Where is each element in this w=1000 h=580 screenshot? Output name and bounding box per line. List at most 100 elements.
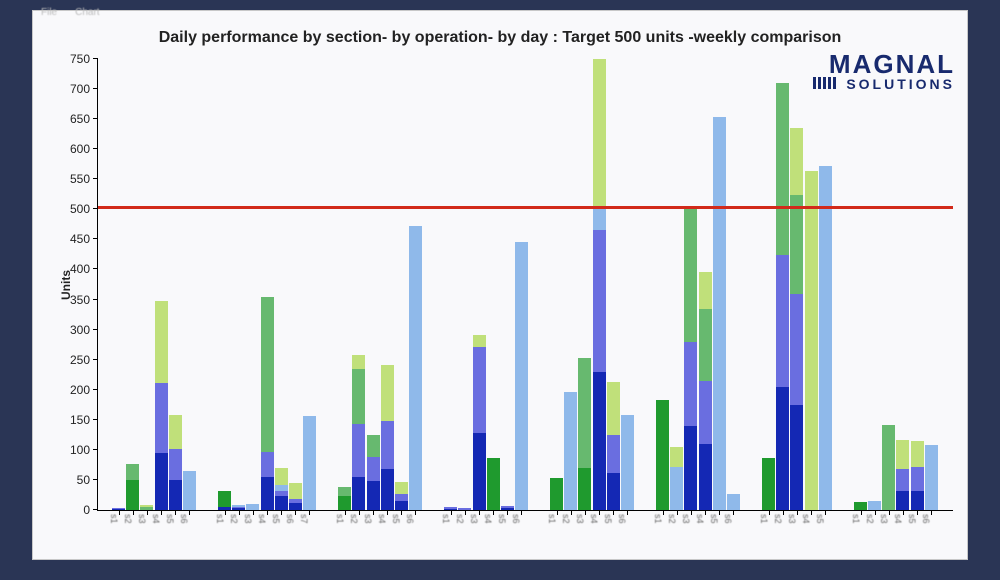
bar [501, 465, 514, 510]
y-tick [93, 509, 98, 510]
menu-file[interactable]: File [41, 7, 57, 18]
bar-segment-med_blue [607, 435, 620, 473]
x-tick-label: s5 [907, 514, 917, 524]
bar-segment-med_blue [352, 424, 365, 477]
bar [868, 446, 881, 510]
bar [381, 254, 394, 510]
x-tick [521, 510, 522, 515]
bar [169, 303, 182, 510]
bar-segment-med_blue [444, 507, 457, 509]
y-tick-label: 500 [70, 202, 90, 216]
bar [140, 462, 153, 510]
bar-segment-med_green [882, 425, 895, 510]
bar-segment-dark_blue [367, 481, 380, 510]
x-tick [705, 510, 706, 515]
y-tick-label: 700 [70, 82, 90, 96]
bar-segment-light_blue [713, 117, 726, 510]
y-tick-label: 400 [70, 262, 90, 276]
bar [275, 372, 288, 510]
x-tick-label: s1 [653, 514, 663, 524]
x-tick-label: s6 [405, 514, 415, 524]
x-tick-label: s2 [667, 514, 677, 524]
bar [338, 408, 351, 510]
bar [444, 471, 457, 510]
bar [621, 303, 634, 510]
x-tick-label: s4 [257, 514, 267, 524]
x-tick [253, 510, 254, 515]
y-tick [93, 299, 98, 300]
x-tick-label: s2 [123, 514, 133, 524]
y-tick-label: 300 [70, 323, 90, 337]
bar [819, 116, 832, 510]
bar-segment-med_green [684, 207, 697, 343]
bar [289, 401, 302, 510]
x-tick-label: s2 [773, 514, 783, 524]
menu-chart[interactable]: Chart [75, 7, 99, 18]
bar [607, 269, 620, 510]
x-tick [719, 510, 720, 515]
bar [854, 452, 867, 510]
x-tick-label: s4 [483, 514, 493, 524]
bar [911, 334, 924, 510]
bar-segment-med_green [126, 464, 139, 480]
x-tick [387, 510, 388, 515]
x-tick-label: s4 [801, 514, 811, 524]
chart-title: Daily performance by section- by operati… [33, 29, 967, 47]
y-tick [93, 178, 98, 179]
x-tick-label: s4 [589, 514, 599, 524]
x-tick [479, 510, 480, 515]
bar [261, 200, 274, 510]
bar-segment-med_blue [155, 383, 168, 453]
bar-segment-med_blue [911, 467, 924, 492]
bar-segment-dark_blue [395, 501, 408, 510]
y-tick [93, 238, 98, 239]
y-tick-label: 250 [70, 353, 90, 367]
bar-segment-light_green [169, 415, 182, 450]
x-tick-label: s3 [681, 514, 691, 524]
x-tick-label: s2 [229, 514, 239, 524]
x-tick [811, 510, 812, 515]
bar-segment-med_blue [289, 499, 302, 503]
bar-segment-med_blue [684, 342, 697, 426]
bar-segment-med_blue [896, 469, 909, 491]
x-tick-label: s4 [695, 514, 705, 524]
bar-segment-light_blue [670, 467, 683, 510]
bar-segment-dark_blue [261, 477, 274, 510]
bar-segment-light_blue [232, 505, 245, 507]
x-tick-label: s3 [137, 514, 147, 524]
x-tick [147, 510, 148, 515]
bar-segment-light_blue [593, 206, 606, 230]
x-tick-label: s2 [865, 514, 875, 524]
y-tick [93, 449, 98, 450]
bar-segment-dark_blue [473, 433, 486, 510]
bar-segment-med_blue [501, 506, 514, 508]
bar-segment-dark_blue [593, 372, 606, 510]
x-tick-label: s2 [349, 514, 359, 524]
y-tick [93, 479, 98, 480]
bar-segment-dark_green [126, 480, 139, 510]
x-tick-label: s1 [547, 514, 557, 524]
bar-segment-light_green [140, 505, 153, 507]
x-tick-label: s6 [179, 514, 189, 524]
bar-segment-light_green [607, 382, 620, 435]
x-tick-label: s5 [391, 514, 401, 524]
bar-segment-light_green [670, 447, 683, 467]
x-tick [161, 510, 162, 515]
bar-segment-med_blue [232, 507, 245, 508]
bar-segment-dark_blue [169, 480, 182, 510]
y-tick [93, 118, 98, 119]
y-tick [93, 88, 98, 89]
x-tick-label: s2 [561, 514, 571, 524]
bar-segment-med_green [261, 297, 274, 452]
x-tick-label: s4 [151, 514, 161, 524]
x-tick-label: s4 [377, 514, 387, 524]
bar-segment-dark_blue [352, 477, 365, 511]
bar [303, 304, 316, 510]
x-tick-label: s1 [759, 514, 769, 524]
menubar: File Chart [41, 7, 100, 18]
x-tick [281, 510, 282, 515]
bar-segment-med_blue [699, 381, 712, 444]
bar-segment-dark_blue [607, 473, 620, 510]
x-tick-label: s6 [511, 514, 521, 524]
plot-area: 0501001502002503003504004505005506006507… [97, 59, 953, 511]
